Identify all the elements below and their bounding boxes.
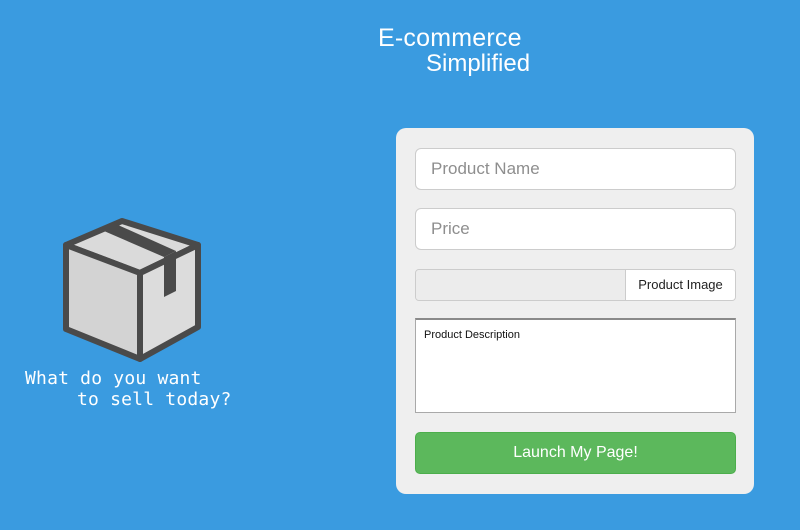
tagline-line2: to sell today? bbox=[77, 389, 232, 410]
tagline-line1: What do you want bbox=[25, 368, 202, 389]
product-image-button[interactable]: Product Image bbox=[625, 270, 735, 300]
price-input[interactable] bbox=[415, 208, 736, 250]
product-name-input[interactable] bbox=[415, 148, 736, 190]
product-image-picker[interactable]: Product Image bbox=[415, 269, 736, 301]
product-form: Product Image Launch My Page! bbox=[396, 128, 754, 494]
launch-page-button[interactable]: Launch My Page! bbox=[415, 432, 736, 474]
product-description-textarea[interactable] bbox=[415, 318, 736, 413]
brand-title-line1: E-commerce bbox=[378, 24, 522, 52]
brand-title: E-commerce Simplified bbox=[378, 26, 530, 76]
brand-title-line2: Simplified bbox=[426, 50, 531, 77]
tagline: What do you want to sell today? bbox=[25, 368, 235, 410]
selected-file-display[interactable] bbox=[416, 270, 626, 300]
package-box-icon bbox=[63, 218, 201, 362]
